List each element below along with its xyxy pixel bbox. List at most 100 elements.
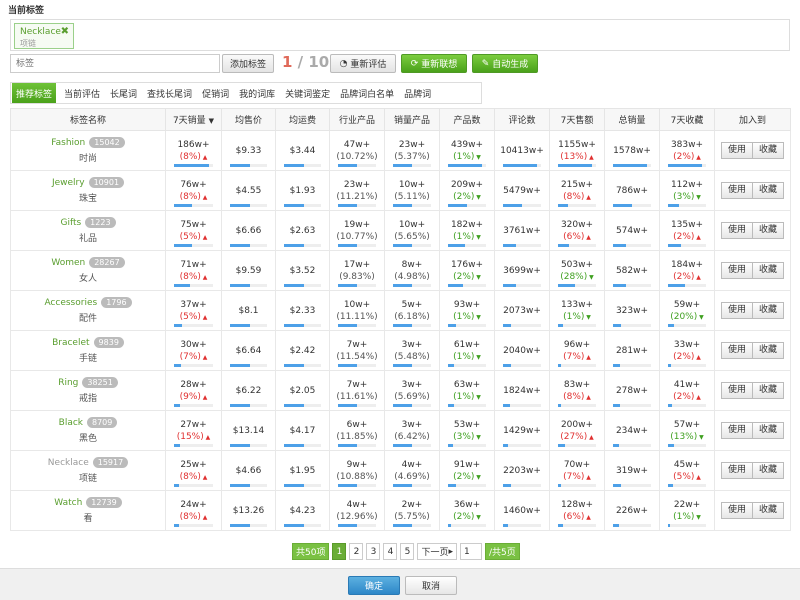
table-row: Accessories 1796 配件 37w+ (5%) ▲ $8.1 $2.33 10w+… (10, 290, 791, 331)
total-sales-cell-bar-fill (613, 484, 621, 487)
use-button[interactable]: 使用 (720, 302, 753, 319)
industry-cell-pct: (11.54%) (330, 352, 384, 362)
industry-cell-value: 10w+ (343, 299, 371, 310)
favorite-button[interactable]: 收藏 (753, 262, 785, 279)
tag-name-en-label[interactable]: Women (51, 258, 85, 268)
use-button[interactable]: 使用 (720, 422, 753, 439)
sold-products-cell-pct: (5.11%) (385, 192, 439, 202)
page-button-1[interactable]: 1 (332, 543, 347, 560)
tag-name-en-label[interactable]: Necklace (48, 458, 89, 468)
remove-tag-icon[interactable]: ✖ (61, 26, 69, 37)
reviews-cell-bar-fill (503, 524, 509, 527)
products-cell-value: 176w+ (450, 259, 484, 270)
use-button[interactable]: 使用 (720, 222, 753, 239)
tag-name-en[interactable]: Watch 12739 (11, 497, 165, 508)
favorite-button[interactable]: 收藏 (753, 502, 785, 519)
reviews-cell-bar (503, 444, 541, 447)
favorite-button[interactable]: 收藏 (753, 142, 785, 159)
tag-input[interactable] (10, 54, 220, 73)
amount-cell: 215w+ (8%) ▲ (549, 170, 605, 211)
favorite-button[interactable]: 收藏 (753, 422, 785, 439)
next-page-button[interactable]: 下一页 ▸ (417, 543, 457, 560)
tab-7[interactable]: 品牌词白名单 (336, 83, 398, 103)
favorite-button[interactable]: 收藏 (753, 342, 785, 359)
sales-cell-pct-label: (5%) (179, 311, 201, 322)
amount-cell-value: 96w+ (563, 339, 591, 350)
amount-cell: 128w+ (6%) ▲ (549, 490, 605, 531)
tag-counter: 1 / 10 (282, 53, 329, 71)
tab-8[interactable]: 品牌词 (400, 83, 435, 103)
actions-cell: 使用 收藏 (714, 370, 791, 411)
total-sales-cell: 226w+ (604, 490, 660, 531)
page-button-5[interactable]: 5 (400, 543, 415, 560)
favorite-button[interactable]: 收藏 (753, 382, 785, 399)
tab-0[interactable]: 推荐标签 (12, 83, 57, 103)
tag-name-en[interactable]: Jewelry 10901 (11, 177, 165, 188)
tag-name-en[interactable]: Ring 38251 (11, 377, 165, 388)
tag-name-en-label[interactable]: Watch (54, 498, 82, 508)
tab-1[interactable]: 当前评估 (60, 83, 104, 103)
price-cell-bar (230, 244, 267, 247)
tag-name-en[interactable]: Women 28267 (11, 257, 165, 268)
tab-5[interactable]: 我的词库 (235, 83, 279, 103)
tab-6[interactable]: 关键词鉴定 (281, 83, 334, 103)
column-header-1[interactable]: 7天销量 ▼ (165, 108, 222, 131)
tag-name-en-label[interactable]: Ring (58, 378, 78, 388)
use-button[interactable]: 使用 (720, 462, 753, 479)
total-items-label: 共50项 (292, 543, 330, 560)
use-button[interactable]: 使用 (720, 502, 753, 519)
tag-name-en-label[interactable]: Accessories (44, 298, 97, 308)
tag-name-en-label[interactable]: Gifts (60, 218, 81, 228)
reevaluate-button[interactable]: ◔ 重新评估 (330, 54, 396, 73)
total-sales-cell-bar-fill (613, 364, 620, 367)
tag-name-en[interactable]: Bracelet 9839 (11, 337, 165, 348)
use-button[interactable]: 使用 (720, 382, 753, 399)
page-button-2[interactable]: 2 (349, 543, 364, 560)
tag-name-en[interactable]: Fashion 15042 (11, 137, 165, 148)
tag-name-en[interactable]: Necklace 15917 (11, 457, 165, 468)
shipping-cell: $3.52 (275, 250, 330, 291)
shipping-cell: $2.33 (275, 290, 330, 331)
products-cell-bar (448, 364, 486, 367)
tab-4[interactable]: 促销词 (198, 83, 233, 103)
industry-cell-pct: (11.11%) (330, 312, 384, 322)
products-cell-pct: (1%) ▼ (440, 232, 494, 242)
favorite-button[interactable]: 收藏 (753, 462, 785, 479)
page-button-3[interactable]: 3 (366, 543, 381, 560)
favorite-button[interactable]: 收藏 (753, 182, 785, 199)
shipping-cell: $2.05 (275, 370, 330, 411)
tab-2[interactable]: 长尾词 (106, 83, 141, 103)
count-badge: 15917 (92, 457, 129, 468)
trend-up-icon: ▲ (200, 473, 208, 481)
tag-name-en-label[interactable]: Bracelet (52, 338, 89, 348)
sort-desc-icon[interactable]: ▼ (209, 117, 214, 125)
total-sales-cell: 574w+ (604, 210, 660, 251)
page-button-4[interactable]: 4 (383, 543, 398, 560)
current-tag-chip[interactable]: Necklace 项链 ✖ (14, 23, 74, 49)
tag-name-en-label[interactable]: Jewelry (52, 178, 85, 188)
add-tag-button[interactable]: 添加标签 (222, 54, 274, 73)
reassociate-button[interactable]: ⟳ 重新联想 (401, 54, 467, 73)
cancel-button[interactable]: 取消 (405, 576, 457, 595)
tab-3[interactable]: 查找长尾词 (143, 83, 196, 103)
reviews-cell-bar-fill (503, 404, 510, 407)
autogen-button[interactable]: ✎ 自动生成 (472, 54, 538, 73)
tag-name-en[interactable]: Accessories 1796 (11, 297, 165, 308)
tag-label-en: Necklace (20, 27, 61, 37)
products-cell-value: 61w+ (453, 339, 481, 350)
use-button[interactable]: 使用 (720, 182, 753, 199)
page-input[interactable] (460, 543, 482, 560)
count-badge: 12739 (86, 497, 122, 508)
use-button[interactable]: 使用 (720, 142, 753, 159)
favorite-button[interactable]: 收藏 (753, 222, 785, 239)
tag-name-en-label[interactable]: Black (59, 418, 83, 428)
use-button[interactable]: 使用 (720, 342, 753, 359)
favorite-button[interactable]: 收藏 (753, 302, 785, 319)
tag-name-en[interactable]: Gifts 1223 (11, 217, 165, 228)
use-button[interactable]: 使用 (720, 262, 753, 279)
amount-cell: 200w+ (27%) ▲ (549, 410, 605, 451)
confirm-button[interactable]: 确定 (348, 576, 400, 595)
tag-name-en[interactable]: Black 8709 (11, 417, 165, 428)
sold-products-cell-bar (393, 204, 431, 207)
tag-name-en-label[interactable]: Fashion (51, 138, 85, 148)
